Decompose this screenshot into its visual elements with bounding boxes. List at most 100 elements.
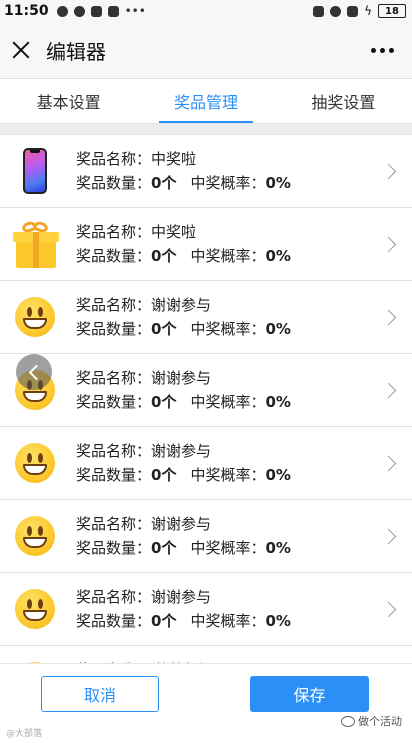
prize-name-value: 谢谢参与 <box>151 442 212 460</box>
tab-prize-management[interactable]: 奖品管理 <box>137 79 274 123</box>
prize-rate-label: 中奖概率： <box>190 247 266 265</box>
prize-rate-value: 0% <box>265 612 291 630</box>
prize-name-value: 谢谢参与 <box>151 515 212 533</box>
prize-info: 奖品名称：谢谢参与奖品数量：0个中奖概率：0% <box>76 293 383 341</box>
prize-name-line: 奖品名称：中奖啦 <box>76 147 383 171</box>
chevron-right-icon <box>380 236 397 252</box>
prize-qty-label: 奖品数量： <box>76 539 152 557</box>
prize-row[interactable]: 奖品名称：谢谢参与奖品数量：0个中奖概率：0% <box>0 646 412 664</box>
status-bar: 11:50 ••• ϟ 18 <box>0 0 412 22</box>
prize-row[interactable]: 奖品名称：谢谢参与奖品数量：0个中奖概率：0% <box>0 354 412 427</box>
prize-rate-value: 0% <box>265 320 291 338</box>
prize-qty-value: 0个 <box>151 393 177 411</box>
prize-name-label: 奖品名称： <box>76 369 152 387</box>
prize-rate-value: 0% <box>265 174 291 192</box>
prize-name-value: 中奖啦 <box>151 223 197 241</box>
prize-qty-value: 0个 <box>151 320 177 338</box>
smiley-icon <box>12 583 58 635</box>
prize-name-line: 奖品名称：谢谢参与 <box>76 293 383 317</box>
prize-name-value: 谢谢参与 <box>151 588 212 606</box>
prize-info: 奖品名称：谢谢参与奖品数量：0个中奖概率：0% <box>76 439 383 487</box>
prize-rate-label: 中奖概率： <box>190 612 266 630</box>
prize-name-line: 奖品名称：谢谢参与 <box>76 585 383 609</box>
prize-rate-value: 0% <box>265 466 291 484</box>
smiley-icon <box>12 437 58 489</box>
prize-stats-line: 奖品数量：0个 中奖概率：0% <box>76 390 383 414</box>
signal-icon <box>347 5 359 17</box>
floating-back-button[interactable] <box>16 354 52 390</box>
prize-stats-line: 奖品数量：0个 中奖概率：0% <box>76 536 383 560</box>
gift-icon <box>12 218 59 270</box>
prize-qty-label: 奖品数量： <box>76 612 152 630</box>
prize-qty-label: 奖品数量： <box>76 393 152 411</box>
tab-lottery-settings[interactable]: 抽奖设置 <box>275 79 412 123</box>
charging-icon: ϟ <box>364 4 372 18</box>
tab-bar: 基本设置 奖品管理 抽奖设置 <box>0 79 412 124</box>
watermark-right: 做个活动 <box>341 713 402 729</box>
more-notifications-icon: ••• <box>124 4 146 18</box>
smiley-icon <box>12 510 58 562</box>
prize-rate-label: 中奖概率： <box>190 320 266 338</box>
prize-stats-line: 奖品数量：0个 中奖概率：0% <box>76 244 383 268</box>
chevron-right-icon <box>380 601 397 617</box>
watermark-right-text: 做个活动 <box>358 715 402 728</box>
upload-icon <box>90 5 102 17</box>
tab-basic-settings[interactable]: 基本设置 <box>0 79 137 123</box>
page-title: 编辑器 <box>46 39 106 64</box>
prize-rate-label: 中奖概率： <box>190 539 266 557</box>
phone-icon <box>12 145 58 197</box>
wechat-icon <box>341 715 355 727</box>
prize-rate-value: 0% <box>265 393 291 411</box>
prize-name-label: 奖品名称： <box>76 515 152 533</box>
prize-name-label: 奖品名称： <box>76 296 152 314</box>
prize-info: 奖品名称：谢谢参与奖品数量：0个中奖概率：0% <box>76 512 383 560</box>
prize-qty-label: 奖品数量： <box>76 320 152 338</box>
weibo-icon <box>107 5 119 17</box>
prize-name-label: 奖品名称： <box>76 442 152 460</box>
save-button[interactable]: 保存 <box>250 676 369 712</box>
prize-name-label: 奖品名称： <box>76 588 152 606</box>
prize-row[interactable]: 奖品名称：谢谢参与奖品数量：0个中奖概率：0% <box>0 500 412 573</box>
title-bar: 编辑器 <box>0 22 412 79</box>
prize-name-line: 奖品名称：谢谢参与 <box>76 366 383 390</box>
prize-qty-label: 奖品数量： <box>76 174 152 192</box>
vibrate-icon <box>313 5 325 17</box>
cancel-button[interactable]: 取消 <box>41 676 159 712</box>
close-icon[interactable] <box>10 39 32 61</box>
prize-row[interactable]: 奖品名称：谢谢参与奖品数量：0个中奖概率：0% <box>0 427 412 500</box>
prize-name-value: 中奖啦 <box>151 150 197 168</box>
prize-name-label: 奖品名称： <box>76 150 152 168</box>
prize-rate-value: 0% <box>265 247 291 265</box>
prize-rate-label: 中奖概率： <box>190 393 266 411</box>
prize-row[interactable]: 奖品名称：谢谢参与奖品数量：0个中奖概率：0% <box>0 573 412 646</box>
prize-stats-line: 奖品数量：0个 中奖概率：0% <box>76 317 383 341</box>
prize-name-line: 奖品名称：谢谢参与 <box>76 439 383 463</box>
prize-qty-label: 奖品数量： <box>76 247 152 265</box>
prize-name-label: 奖品名称： <box>76 223 152 241</box>
status-time: 11:50 <box>4 3 49 19</box>
prize-info: 奖品名称：中奖啦 奖品数量：0个 中奖概率：0% <box>76 147 383 195</box>
chevron-right-icon <box>380 163 397 179</box>
prize-qty-value: 0个 <box>151 539 177 557</box>
chevron-right-icon <box>380 455 397 471</box>
prize-rate-value: 0% <box>265 539 291 557</box>
footer-bar: 取消 保存 @大部落 做个活动 <box>0 663 412 743</box>
prize-info: 奖品名称：谢谢参与奖品数量：0个中奖概率：0% <box>76 366 383 414</box>
prize-row[interactable]: 奖品名称：中奖啦 奖品数量：0个 中奖概率：0% <box>0 134 412 208</box>
prize-qty-value: 0个 <box>151 612 177 630</box>
battery-icon: 18 <box>378 4 406 18</box>
chevron-right-icon <box>380 382 397 398</box>
prize-qty-value: 0个 <box>151 466 177 484</box>
more-menu-icon[interactable] <box>365 42 400 59</box>
alarm-icon <box>330 5 342 17</box>
chevron-right-icon <box>380 528 397 544</box>
prize-name-value: 谢谢参与 <box>151 296 212 314</box>
app-window: 11:50 ••• ϟ 18 编辑器 基本设置 奖品管理 抽奖设置 奖品名称：中… <box>0 0 412 743</box>
chevron-left-icon <box>28 364 44 380</box>
prize-row[interactable]: 奖品名称：中奖啦奖品数量：0个 中奖概率：0% <box>0 208 412 281</box>
prize-info: 奖品名称：谢谢参与奖品数量：0个中奖概率：0% <box>76 585 383 633</box>
prize-rate-label: 中奖概率： <box>190 174 266 192</box>
prize-stats-line: 奖品数量：0个 中奖概率：0% <box>76 171 383 195</box>
prize-row[interactable]: 奖品名称：谢谢参与奖品数量：0个中奖概率：0% <box>0 281 412 354</box>
prize-qty-label: 奖品数量： <box>76 466 152 484</box>
